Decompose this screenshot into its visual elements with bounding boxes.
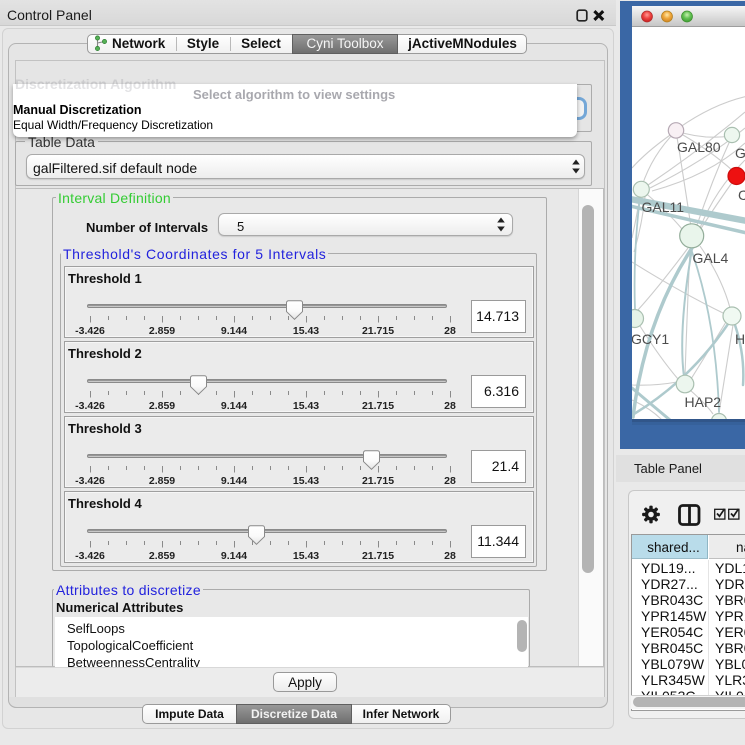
svg-text:HAP2: HAP2 — [685, 394, 722, 410]
svg-text:GAL11: GAL11 — [642, 199, 685, 215]
svg-text:GAL4: GAL4 — [693, 250, 729, 266]
svg-text:C: C — [738, 187, 745, 203]
svg-text:GCY1: GCY1 — [631, 331, 669, 347]
svg-text:GAL80: GAL80 — [677, 139, 721, 155]
svg-text:H: H — [735, 331, 745, 347]
svg-text:G.: G. — [735, 145, 745, 161]
